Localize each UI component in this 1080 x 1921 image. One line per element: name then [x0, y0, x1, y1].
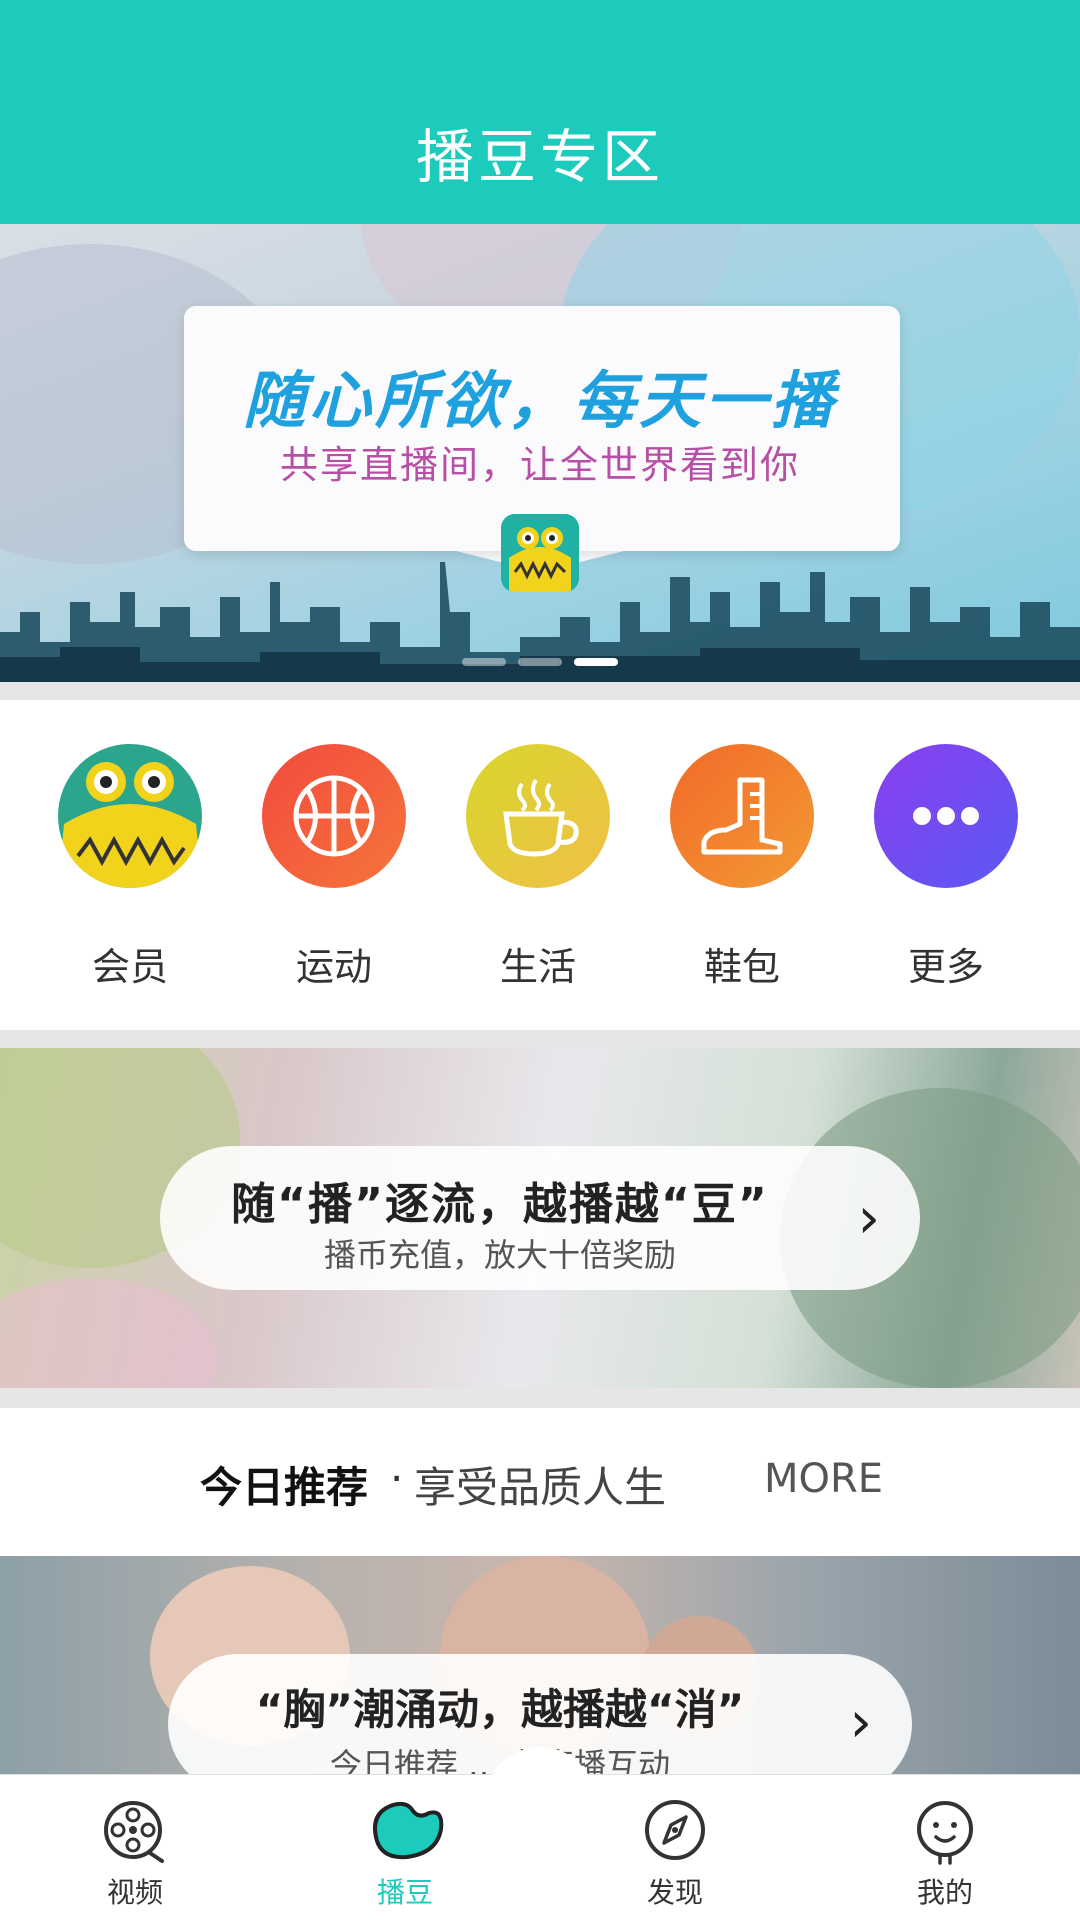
category-more[interactable]: 更多 [856, 700, 1036, 1000]
promo-banner[interactable]: 随“播”逐流，越播越“豆” 播币充值，放大十倍奖励 › [0, 1048, 1080, 1388]
basketball-icon [262, 744, 406, 888]
more-link[interactable]: MORE [764, 1456, 883, 1502]
recommend-separator: · [390, 1454, 404, 1503]
feature-title: “胸”潮涌动，越播越“消” [255, 1685, 745, 1734]
section-divider [0, 1030, 1080, 1048]
tab-me[interactable]: 我的 [810, 1775, 1080, 1921]
promo-subtitle: 播币充值，放大十倍奖励 [323, 1236, 676, 1274]
app-header: 播豆专区 [0, 0, 1080, 224]
bean-icon [363, 1783, 447, 1867]
category-shoes-bags[interactable]: 鞋包 [652, 700, 832, 1000]
section-divider [0, 682, 1080, 700]
recommend-subtitle: 享受品质人生 [414, 1463, 667, 1512]
coffee-cup-icon [466, 744, 610, 888]
carousel-dot[interactable] [462, 658, 506, 666]
category-life[interactable]: 生活 [448, 700, 628, 1000]
category-member[interactable]: 会员 [40, 700, 220, 1000]
category-label: 鞋包 [703, 945, 780, 989]
tab-video[interactable]: 视频 [0, 1775, 270, 1921]
category-label: 生活 [499, 945, 576, 989]
category-grid: 会员 运动 生活 鞋包 更多 [0, 700, 1080, 1030]
recommend-header: 今日推荐 · 享受品质人生 MORE [0, 1408, 1080, 1554]
compass-icon [640, 1797, 710, 1867]
category-sports[interactable]: 运动 [244, 700, 424, 1000]
film-reel-icon [100, 1797, 170, 1867]
category-label: 更多 [907, 945, 984, 989]
banner-carousel[interactable]: 随心所欲，每天一播 共享直播间，让全世界看到你 [0, 224, 1080, 682]
banner-subtitle: 共享直播间，让全世界看到你 [279, 443, 800, 487]
banner-slogan: 随心所欲，每天一播 [242, 364, 837, 437]
carousel-dot[interactable] [518, 658, 562, 666]
tab-label: 播豆 [376, 1876, 433, 1909]
chevron-right-icon: › [849, 1690, 872, 1755]
category-label: 运动 [295, 945, 372, 989]
tab-label: 发现 [646, 1876, 703, 1909]
boot-icon [670, 744, 814, 888]
category-label: 会员 [91, 945, 168, 989]
chevron-right-icon: › [857, 1186, 880, 1251]
bottom-tab-bar: 视频 播豆 发现 我的 [0, 1747, 1080, 1921]
carousel-indicator [0, 651, 1080, 670]
carousel-dot-active[interactable] [574, 658, 618, 666]
tab-discover[interactable]: 发现 [540, 1775, 810, 1921]
tab-bean[interactable]: 播豆 [270, 1775, 540, 1921]
feature-card[interactable]: “胸”潮涌动，越播越“消” 今日推荐 … 友直播互动 › [0, 1556, 1080, 1776]
promo-bg-shape [0, 1278, 220, 1388]
smiley-icon [910, 1797, 980, 1867]
page-title: 播豆专区 [415, 123, 664, 191]
promo-pill-button[interactable]: 随“播”逐流，越播越“豆” 播币充值，放大十倍奖励 › [160, 1146, 920, 1290]
tab-label: 我的 [916, 1876, 973, 1909]
section-divider [0, 1388, 1080, 1408]
monster-icon [58, 744, 202, 888]
promo-title: 随“播”逐流，越播越“豆” [231, 1179, 769, 1230]
more-icon [874, 744, 1018, 888]
tab-label: 视频 [106, 1876, 163, 1909]
recommend-title: 今日推荐 [200, 1463, 369, 1512]
